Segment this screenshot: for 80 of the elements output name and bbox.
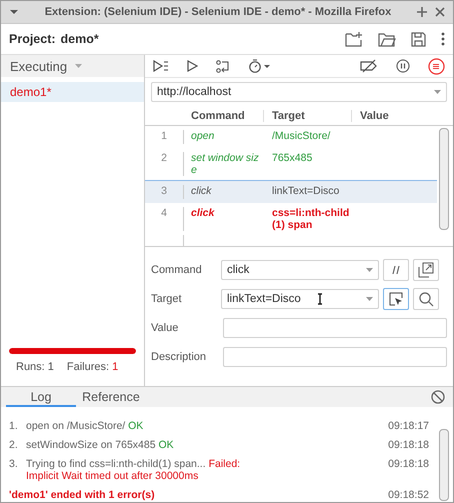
failures-count: 1 [112,361,118,373]
target-field[interactable]: linkText=Disco [221,289,379,309]
caret-icon [366,268,373,272]
log-time: 09:18:17 [388,420,429,432]
description-label: Description [151,351,208,363]
url-field[interactable]: http://localhost [151,82,447,102]
row-number: 3 [145,185,184,199]
run-all-icon[interactable] [153,60,169,72]
caret-icon [434,90,441,94]
log-time: 09:18:52 [388,489,429,501]
pause-icon[interactable] [396,59,410,73]
column-header[interactable]: Value [351,110,453,122]
search-button[interactable] [413,288,439,310]
comment-button[interactable] [383,259,409,281]
caret-icon [75,64,82,68]
external-window-icon [418,262,434,278]
log-time: 09:18:18 [388,439,429,451]
log-message: open on /MusicStore/ OK [26,420,144,432]
failures-label: Failures: [66,361,110,373]
command-cell-text: open [190,130,216,144]
timer-icon[interactable] [248,59,270,73]
record-icon[interactable] [428,58,445,74]
command-label: Command [151,264,203,276]
runs-count: 1 [48,361,54,373]
more-icon[interactable] [441,32,445,46]
close-icon[interactable] [435,7,445,17]
runs-label: Runs: [16,361,45,373]
disable-breakpoints-icon[interactable] [360,59,378,73]
command-row[interactable]: 4 click css=li:nth-child(1) span [145,203,437,235]
command-cell-text: set window size [190,152,260,176]
window-title: Extension: (Selenium IDE) - Selenium IDE - demo* - Mozilla Firefox [44,6,392,18]
maximize-icon[interactable] [417,7,427,17]
select-target-button[interactable] [383,288,409,310]
open-reference-button[interactable] [413,259,439,281]
target-label: Target [151,293,183,305]
test-item[interactable]: demo1* [1,82,144,102]
panel-tab[interactable]: Log [6,387,76,407]
search-icon [418,292,434,306]
target-cell-text: css=li:nth-child(1) span [271,207,350,231]
log-message: setWindowSize on 765x485 OK [26,439,175,451]
row-number: 2 [145,152,184,176]
cursor-in-box-icon [389,292,403,306]
mode-dropdown[interactable]: Executing [1,55,144,77]
log-time: 09:18:18 [388,458,429,472]
project-name[interactable]: demo* [60,32,99,46]
text-cursor-icon [316,293,323,305]
value-field[interactable] [223,318,447,338]
new-folder-icon[interactable] [345,31,363,47]
row-number: 1 [145,130,184,144]
command-row[interactable]: 2 set window size 765x485 [145,148,437,180]
log-number: 2. [9,439,19,451]
clear-icon[interactable] [431,390,445,404]
step-icon[interactable] [216,60,230,72]
command-cell-text: click [190,185,213,199]
folder-icon[interactable] [378,32,396,46]
log-message: Trying to find css=li:nth-child(1) span... Failed: Implicit Wait timed out after 30000ms [26,458,242,482]
column-header[interactable]: Command [183,110,263,122]
window-menu-icon[interactable] [9,9,19,15]
target-cell-text: 765x485 [271,152,314,166]
log-number: 3. [9,458,19,472]
scrollbar-thumb[interactable] [439,128,449,230]
description-field[interactable] [223,347,447,367]
command-row[interactable]: 1 open /MusicStore/ [145,126,437,148]
target-cell-text: linkText=Disco [271,185,340,199]
row-number: 4 [145,207,184,231]
column-header[interactable]: Target [263,110,351,122]
panel-tab[interactable]: Reference [76,387,146,407]
play-icon[interactable] [187,60,198,72]
log-number: 1. [9,420,19,432]
command-cell-text: click [190,207,216,221]
caret-icon [366,297,373,301]
command-field[interactable]: click [221,260,379,280]
target-cell-text: /MusicStore/ [271,130,332,144]
comment-icon [392,266,400,274]
command-row[interactable]: 3 click linkText=Disco [145,180,437,203]
project-label: Project: [9,32,56,46]
value-label: Value [151,322,180,334]
log-summary: 'demo1' ended with 1 error(s) [9,489,156,501]
save-icon[interactable] [411,32,426,46]
scrollbar-thumb[interactable] [439,429,449,501]
